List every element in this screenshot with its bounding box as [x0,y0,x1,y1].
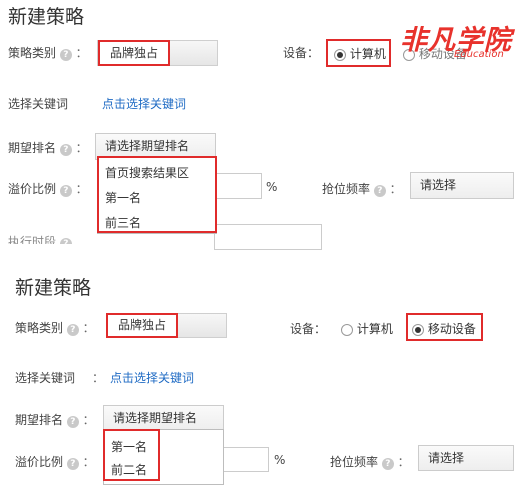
premium-label-2: 溢价比例 ? ： [15,453,95,470]
select-keyword-link-2[interactable]: 点击选择关键词 [110,369,194,386]
help-icon[interactable]: ? [59,49,72,61]
keyword-colon-2: ： [92,371,105,385]
colon-sep: ： [75,182,88,196]
brand-watermark-sub: Education [454,49,504,60]
brand-watermark: 非凡学院 Education [400,18,518,64]
rank-select-2[interactable]: 请选择期望排名 [103,405,224,431]
help-icon[interactable]: ? [66,416,79,428]
rank-dropdown-highlight-2: 第一名 前二名 [103,429,160,481]
page-title-2: 新建策略 [15,277,92,299]
freq-select-2[interactable]: 请选择 [418,445,514,471]
rank-option-1[interactable]: 首页搜索结果区 [105,164,189,181]
schedule-label-clip-1: 执行时段 ? [0,230,100,244]
premium-label-1: 溢价比例 ? ： [8,180,88,197]
device-option-mobile-2[interactable]: 移动设备 [412,320,476,337]
category-label-text-1: 策略类别 [8,46,57,60]
rank-label-text-1: 期望排名 [8,141,57,155]
help-icon[interactable]: ? [59,185,72,197]
page-title-1: 新建策略 [8,6,85,28]
device-label-2: 设备： [290,322,327,336]
colon-sep: ： [75,141,88,155]
help-icon[interactable]: ? [66,324,79,336]
rank-option-2[interactable]: 第一名 [105,189,141,206]
rank-label-text-2: 期望排名 [15,413,64,427]
rank-option-2-2[interactable]: 前二名 [111,461,147,478]
colon-sep: ： [75,46,88,60]
keyword-label-text-2: 选择关键词 [15,371,76,385]
help-icon[interactable]: ? [66,458,79,470]
radio-selected-icon[interactable] [412,323,424,336]
device-option-computer-1[interactable]: 计算机 [334,45,386,62]
help-icon[interactable]: ? [373,185,386,197]
device-option-computer-label-2: 计算机 [356,322,393,336]
device-option-computer-2[interactable]: 计算机 [341,320,393,337]
premium-unit-2: % [274,453,286,467]
freq-label-text-2: 抢位频率 [330,455,379,469]
freq-label-1: 抢位频率 ? ： [322,180,402,197]
colon-sep: ： [82,321,95,335]
category-option-brand-2[interactable]: 品牌独占 [106,313,178,338]
schedule-label-text-1: 执行时段 [8,235,57,244]
premium-label-text-2: 溢价比例 [15,455,64,469]
keyword-label-2: 选择关键词 [15,369,75,386]
radio-unselected-icon[interactable] [341,323,353,336]
premium-input-2[interactable] [221,447,269,472]
premium-input-1[interactable] [214,173,262,199]
colon-sep: ： [389,182,402,196]
rank-label-1: 期望排名 ? ： [8,139,88,156]
schedule-label-1: 执行时段 ? [8,233,72,244]
rank-dropdown-highlight-1: 首页搜索结果区 第一名 前三名 [97,156,217,233]
premium-label-text-1: 溢价比例 [8,182,57,196]
category-label-1: 策略类别 ? ： [8,44,88,61]
rank-option-3[interactable]: 前三名 [105,214,141,231]
radio-selected-icon[interactable] [334,48,346,61]
help-icon[interactable]: ? [381,458,394,470]
help-icon[interactable]: ? [59,238,72,244]
colon-sep: ： [82,455,95,469]
rank-label-2: 期望排名 ? ： [15,411,95,428]
freq-select-1[interactable]: 请选择 [410,172,514,199]
colon-sep: ： [82,413,95,427]
colon-sep: ： [397,455,410,469]
help-icon[interactable]: ? [59,144,72,156]
device-option-computer-label-1: 计算机 [349,47,386,61]
keyword-label-1: 选择关键词 [8,97,69,111]
category-label-text-2: 策略类别 [15,321,64,335]
freq-label-2: 抢位频率 ? ： [330,453,410,470]
category-label-2: 策略类别 ? ： [15,319,95,336]
premium-unit-1: % [266,180,278,194]
schedule-input-1[interactable] [214,224,322,250]
device-option-mobile-label-2: 移动设备 [427,322,476,336]
select-keyword-link-1[interactable]: 点击选择关键词 [102,95,186,112]
device-label-1: 设备： [283,46,320,60]
rank-option-2-1[interactable]: 第一名 [111,438,147,455]
category-option-brand-1[interactable]: 品牌独占 [98,40,170,66]
freq-label-text-1: 抢位频率 [322,182,371,196]
